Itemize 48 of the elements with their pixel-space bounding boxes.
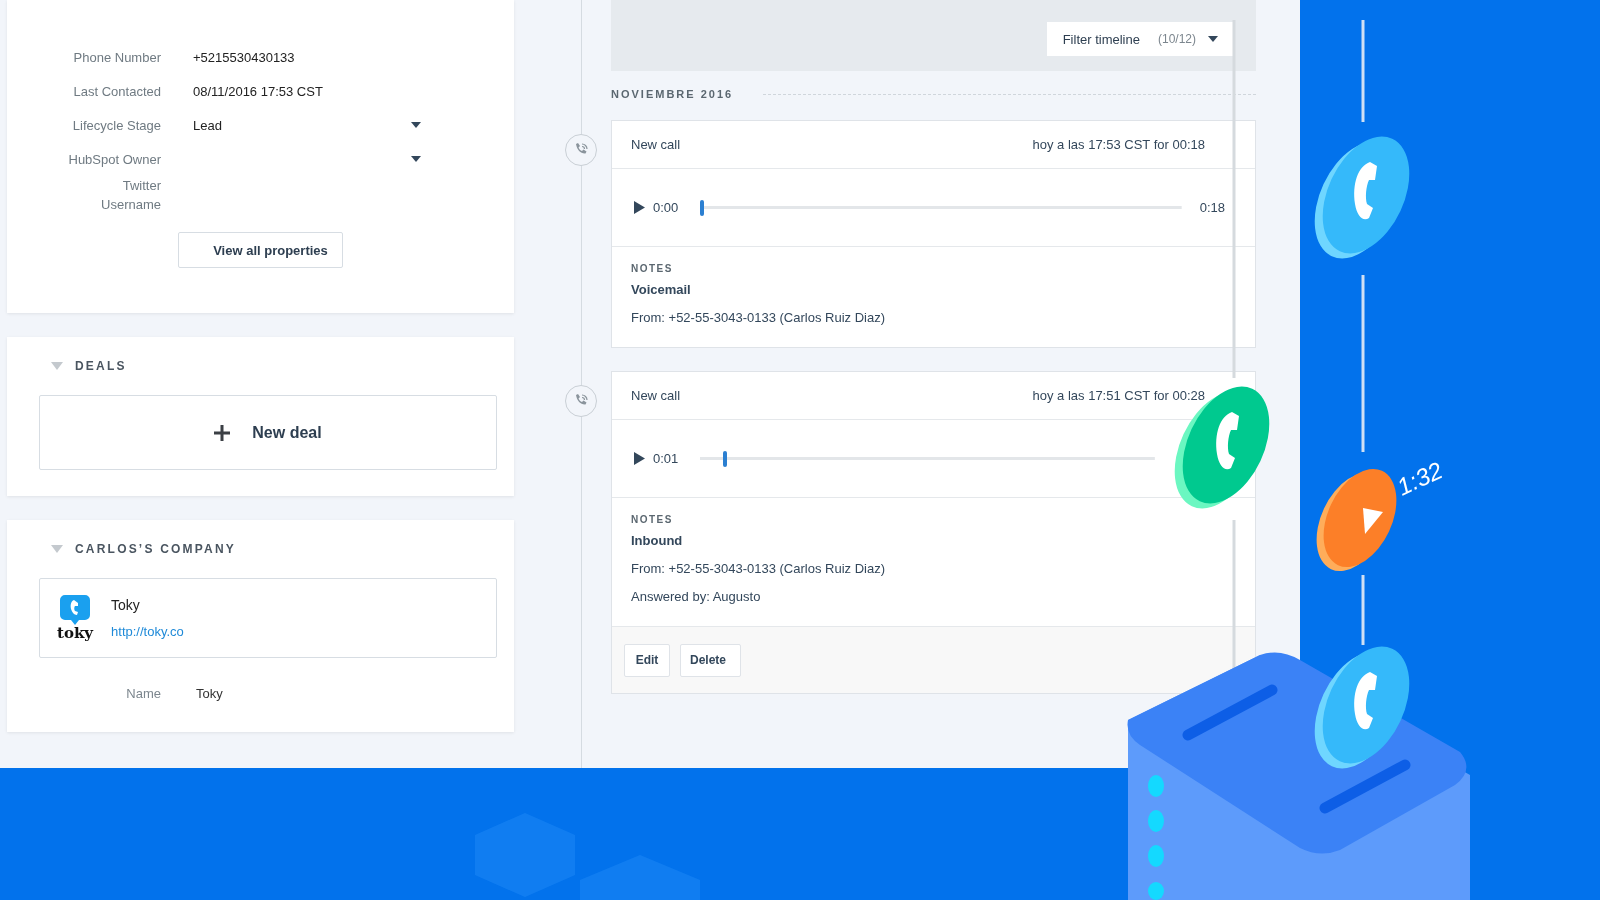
property-value: 08/11/2016 17:53 CST: [193, 83, 323, 99]
caret-icon[interactable]: [51, 362, 63, 370]
property-label: Twitter Username: [100, 177, 161, 214]
call-time: hoy a las 17:51 CST for 00:28: [1032, 388, 1205, 403]
month-heading: NOVIEMBRE 2016: [611, 88, 734, 100]
audio-thumb[interactable]: [700, 199, 705, 216]
property-value: +5215530430133: [193, 49, 295, 65]
property-value: Toky: [196, 686, 223, 701]
caret-icon: [1208, 36, 1218, 42]
property-label: Last Contacted: [72, 82, 161, 101]
property-label: HubSpot Owner: [67, 150, 161, 169]
notes-line: From: +52-55-3043-0133 (Carlos Ruiz Diaz): [631, 561, 886, 576]
action-button[interactable]: Delete: [680, 643, 742, 677]
notes-heading: NOTES: [631, 514, 674, 525]
caret-icon[interactable]: [51, 545, 63, 553]
property-label: Name: [125, 686, 161, 701]
filter-timeline-dropdown[interactable]: Filter timeline (10/12): [1046, 22, 1234, 56]
audio-thumb[interactable]: [723, 450, 728, 467]
connector-line: [1361, 575, 1365, 645]
speech-bubble-phone-icon: [60, 595, 90, 625]
company-name: Toky: [111, 597, 141, 613]
play-icon[interactable]: [634, 452, 645, 465]
section-title: CARLOS’S COMPANY: [75, 542, 236, 556]
action-button[interactable]: Edit: [624, 643, 670, 677]
call-title: New call: [631, 388, 681, 403]
current-time: 0:01: [653, 451, 679, 466]
view-all-properties-button[interactable]: View all properties: [178, 232, 343, 268]
call-title: New call: [631, 137, 681, 152]
play-icon[interactable]: [634, 201, 645, 214]
property-select[interactable]: Lead: [193, 115, 421, 135]
plus-icon: [214, 424, 231, 441]
notes-line: Answered by: Augusto: [631, 589, 762, 604]
current-time: 0:00: [653, 200, 679, 215]
notes-line: From: +52-55-3043-0133 (Carlos Ruiz Diaz): [631, 310, 886, 325]
caret-icon: [411, 122, 421, 128]
notes-title: Voicemail: [631, 282, 692, 297]
property-label: Phone Number: [72, 48, 161, 67]
company-link[interactable]: http://toky.co: [111, 624, 184, 639]
notes-title: Inbound: [631, 533, 684, 548]
section-title: DEALS: [75, 359, 127, 373]
duration-time: 0:18: [1199, 200, 1225, 215]
notes-heading: NOTES: [631, 263, 674, 274]
caret-icon: [411, 156, 421, 162]
call-time: hoy a las 17:53 CST for 00:18: [1032, 137, 1205, 152]
new-deal-button[interactable]: New deal: [39, 395, 497, 470]
property-label: Lifecycle Stage: [71, 116, 161, 135]
logo-text: toky: [57, 625, 94, 641]
duration-label: 1:32: [1392, 456, 1447, 501]
